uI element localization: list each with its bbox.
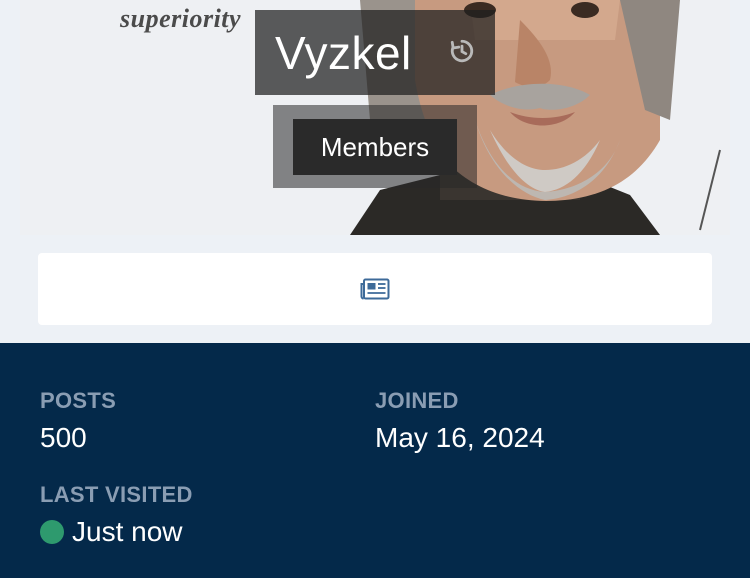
last-visited-value: Just now — [72, 516, 183, 547]
history-icon[interactable] — [449, 38, 475, 64]
stat-joined: JOINED May 16, 2024 — [375, 388, 545, 454]
online-status-dot — [40, 520, 64, 544]
profile-cover: superiority Vyzkel Members — [0, 0, 750, 343]
joined-label: JOINED — [375, 388, 459, 413]
last-visited-label: LAST VISITED — [40, 482, 193, 507]
posts-label: POSTS — [40, 388, 117, 413]
profile-stats-panel: POSTS 500 JOINED May 16, 2024 LAST VISIT… — [0, 343, 750, 578]
member-group-box: Members — [273, 105, 477, 188]
stat-last-visited: LAST VISITED Just now — [40, 482, 193, 548]
cover-photo-caption: superiority — [120, 4, 242, 33]
posts-value: 500 — [40, 422, 87, 453]
username: Vyzkel — [275, 26, 412, 79]
newspaper-icon[interactable] — [360, 278, 390, 300]
member-group-badge: Members — [293, 119, 457, 175]
last-visited-row: Just now — [40, 516, 193, 548]
profile-tab-bar — [38, 253, 712, 325]
username-box: Vyzkel — [255, 10, 495, 95]
joined-value: May 16, 2024 — [375, 422, 545, 453]
member-group-label: Members — [320, 131, 430, 162]
stat-posts: POSTS 500 — [40, 388, 116, 454]
